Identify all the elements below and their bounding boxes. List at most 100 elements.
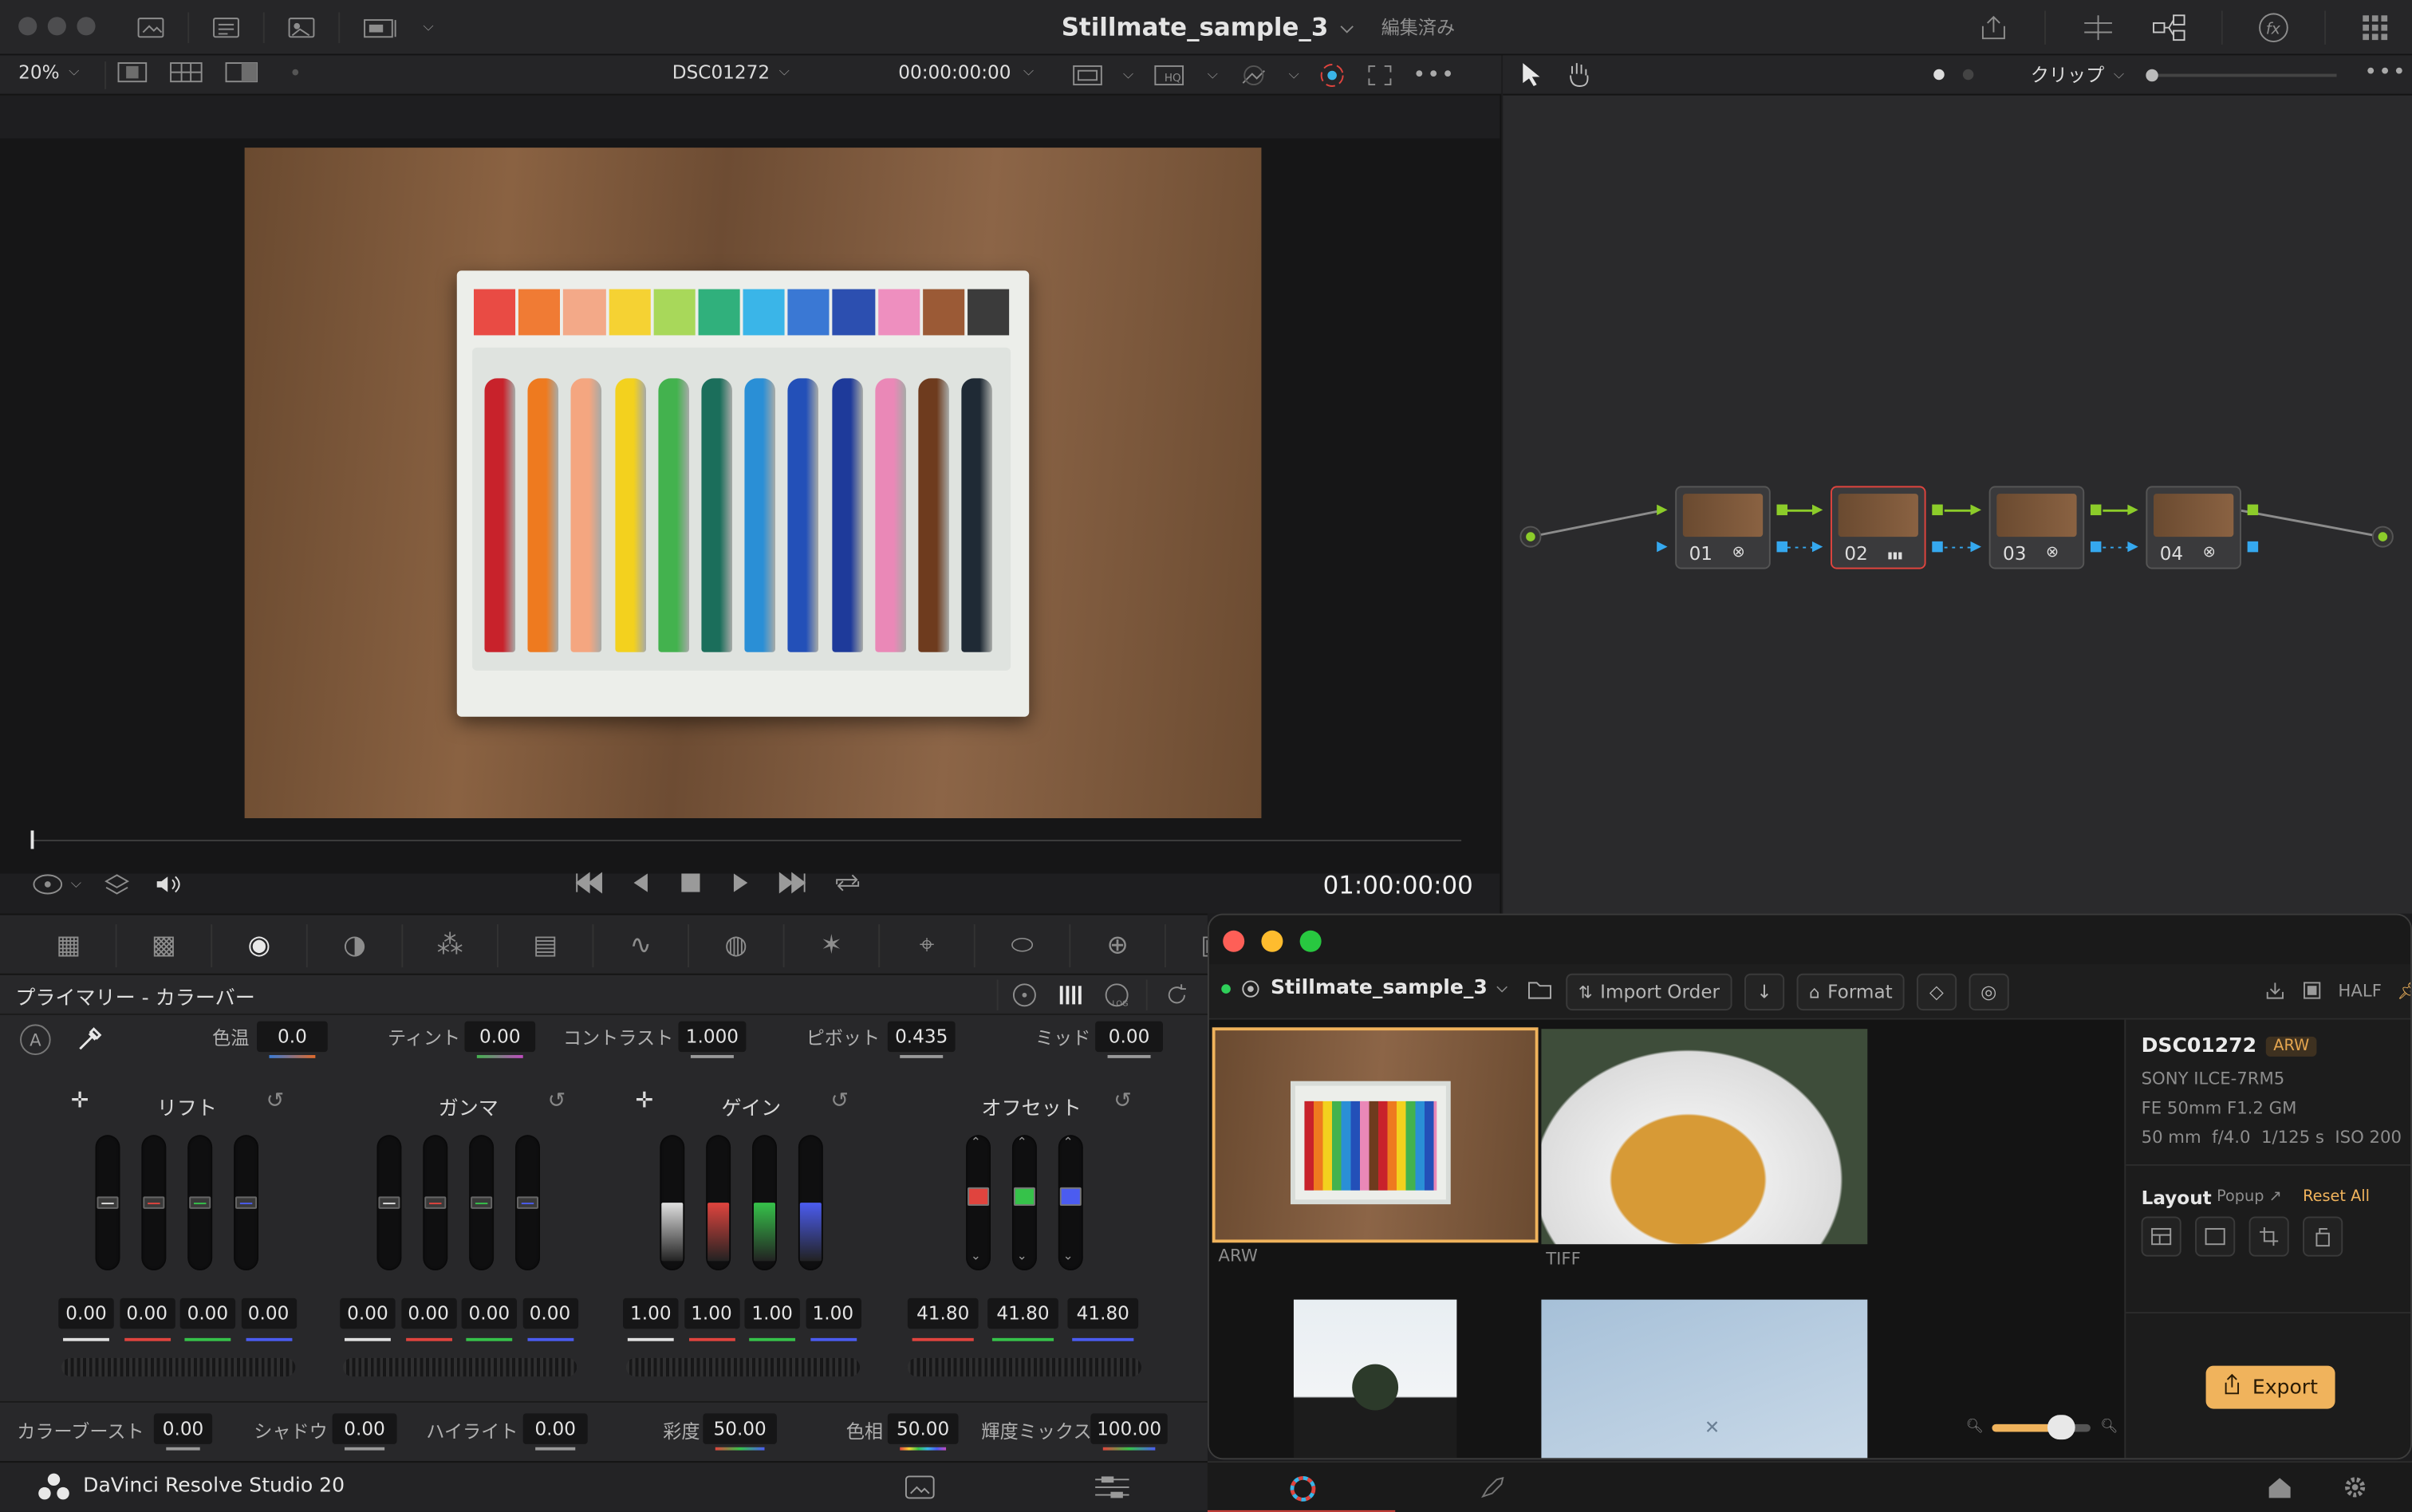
slider-knob[interactable] [424,1196,447,1209]
grid-view-icon[interactable] [169,61,203,83]
bar-slider[interactable] [798,1135,823,1270]
param-value-field[interactable]: 50.00 [887,1413,959,1444]
jog-wheel[interactable] [625,1357,861,1377]
slider-knob[interactable] [968,1187,990,1206]
node-output-rgb[interactable] [1932,504,1943,516]
tag-button[interactable]: ◇ [1917,973,1957,1011]
value-field[interactable]: 0.00 [522,1297,578,1329]
thumbnail[interactable] [1212,1027,1539,1243]
slider-knob[interactable] [97,1196,119,1209]
slider-knob[interactable] [661,1203,684,1262]
timeline-thumbnails-icon[interactable] [361,15,401,40]
format-button[interactable]: ⌂ Format [1796,973,1906,1011]
deliver-icon[interactable] [1478,1474,1506,1502]
slider-knob[interactable] [516,1196,538,1209]
bar-slider[interactable] [469,1135,495,1270]
slider-knob[interactable] [1013,1187,1035,1206]
chevron-down-icon[interactable]: ⌵ [1123,68,1133,83]
motion-effects-icon[interactable]: ▤ [499,924,594,968]
audio-meter-icon[interactable] [31,871,65,899]
param-value-field[interactable]: 1.000 [678,1021,747,1053]
thumbnail-grid[interactable]: ARW TIFF ✕ [1208,1019,2125,1459]
playhead[interactable] [30,830,34,849]
bar-slider[interactable] [752,1135,777,1270]
color-match-icon[interactable]: ▩ [117,924,213,968]
blur-icon[interactable]: ⊕ [1070,924,1166,968]
slider-knob[interactable] [707,1203,730,1262]
color-node[interactable]: 02 ▮▮▮ [1830,486,1926,569]
camera-raw-icon[interactable]: ▦ [22,924,117,968]
picker-icon[interactable] [74,1024,105,1055]
play-icon[interactable] [726,871,754,896]
apps-grid-icon[interactable] [2359,12,2390,43]
home-icon[interactable] [2266,1475,2294,1499]
thumb-size-slider[interactable] [1992,1414,2091,1439]
single-view-icon[interactable] [117,61,148,83]
value-field[interactable]: 0.00 [240,1297,297,1329]
param-value-field[interactable]: 0.00 [332,1413,397,1444]
bar-slider[interactable]: ⌃ ⌄ [1058,1135,1083,1270]
slider-handle[interactable] [2047,1414,2076,1439]
param-value-field[interactable]: 0.00 [464,1021,536,1053]
frame-icon[interactable] [1070,63,1104,88]
viewer-canvas[interactable] [0,138,1500,874]
primaries-icon[interactable]: ◉ [212,924,308,968]
fullscreen-icon[interactable] [1367,63,1395,88]
project-select[interactable]: Stillmate_sample_3 ⌵ [1221,977,1584,1000]
reset-group-icon[interactable]: ↺ [1113,1089,1132,1113]
popup-link[interactable]: Popup ↗ [2217,1189,2282,1206]
zoom-out-icon[interactable]: 🔍︎ [1966,1419,1984,1435]
param-value-field[interactable]: 50.00 [703,1413,777,1444]
param-value-field[interactable]: 0.00 [153,1413,213,1444]
hdr-icon[interactable]: ◑ [308,924,404,968]
value-field[interactable]: 0.00 [340,1297,396,1329]
node-output-key[interactable] [2090,541,2102,553]
scrub-bar[interactable] [30,830,1462,849]
bar-slider[interactable] [515,1135,540,1270]
picker-crosshair-icon[interactable]: ✛ [71,1089,89,1113]
jog-wheel[interactable] [907,1357,1141,1377]
slider-knob[interactable] [1059,1187,1082,1206]
node-output-key[interactable] [2247,541,2259,553]
zoom-select[interactable]: 20% ⌵ [18,61,79,83]
picker-crosshair-icon[interactable]: ✛ [635,1089,653,1113]
value-field[interactable]: 0.00 [119,1297,175,1329]
reset-group-icon[interactable]: ↺ [548,1089,566,1113]
param-value-field[interactable]: 0.00 [1095,1021,1163,1053]
color-wheel-icon[interactable] [1318,60,1349,91]
value-field[interactable]: 1.00 [684,1297,739,1329]
image-quality-icon[interactable] [2301,979,2323,1001]
layers-icon[interactable] [103,871,131,899]
wheels-mode-icon[interactable] [1011,981,1038,1009]
previous-frame-icon[interactable] [628,871,656,896]
bar-slider[interactable] [660,1135,685,1270]
media-page-icon[interactable] [903,1474,936,1502]
reset-group-icon[interactable]: ↺ [266,1089,285,1113]
split-view-icon[interactable] [225,61,258,83]
zoom-window-button[interactable] [1299,930,1322,952]
node-output-key[interactable] [1776,541,1787,553]
curves-icon[interactable]: ∿ [593,924,689,968]
tracker-icon[interactable]: ⬭ [975,924,1071,968]
slider-knob[interactable] [799,1203,822,1262]
slider-knob[interactable] [378,1196,400,1209]
color-node[interactable]: 03 ⊗ [1988,486,2085,569]
chevron-down-icon[interactable]: ⌵ [1208,68,1218,83]
bars-mode-icon[interactable] [1057,981,1085,1009]
chevron-down-icon[interactable]: ⌄ [1063,1249,1074,1262]
bar-slider[interactable] [706,1135,731,1270]
output-node[interactable] [2371,526,2394,548]
value-field[interactable]: 1.00 [805,1297,861,1329]
slider-knob[interactable] [235,1196,258,1209]
color-node[interactable]: 01 ⊗ [1675,486,1771,569]
highlight-icon[interactable] [1236,63,1270,88]
param-value-field[interactable]: 0.0 [257,1021,328,1053]
thumbnail[interactable]: ✕ [1541,1299,1868,1459]
pin-icon[interactable]: 📌︎ [2397,980,2410,1000]
chevron-up-icon[interactable]: ⌃ [1017,1135,1027,1148]
thumbnail[interactable] [1541,1029,1868,1245]
slider-knob[interactable] [143,1196,165,1209]
reset-all-link[interactable]: Reset All [2303,1189,2370,1206]
volume-icon[interactable] [152,871,183,899]
export-button[interactable]: Export [2205,1365,2335,1409]
